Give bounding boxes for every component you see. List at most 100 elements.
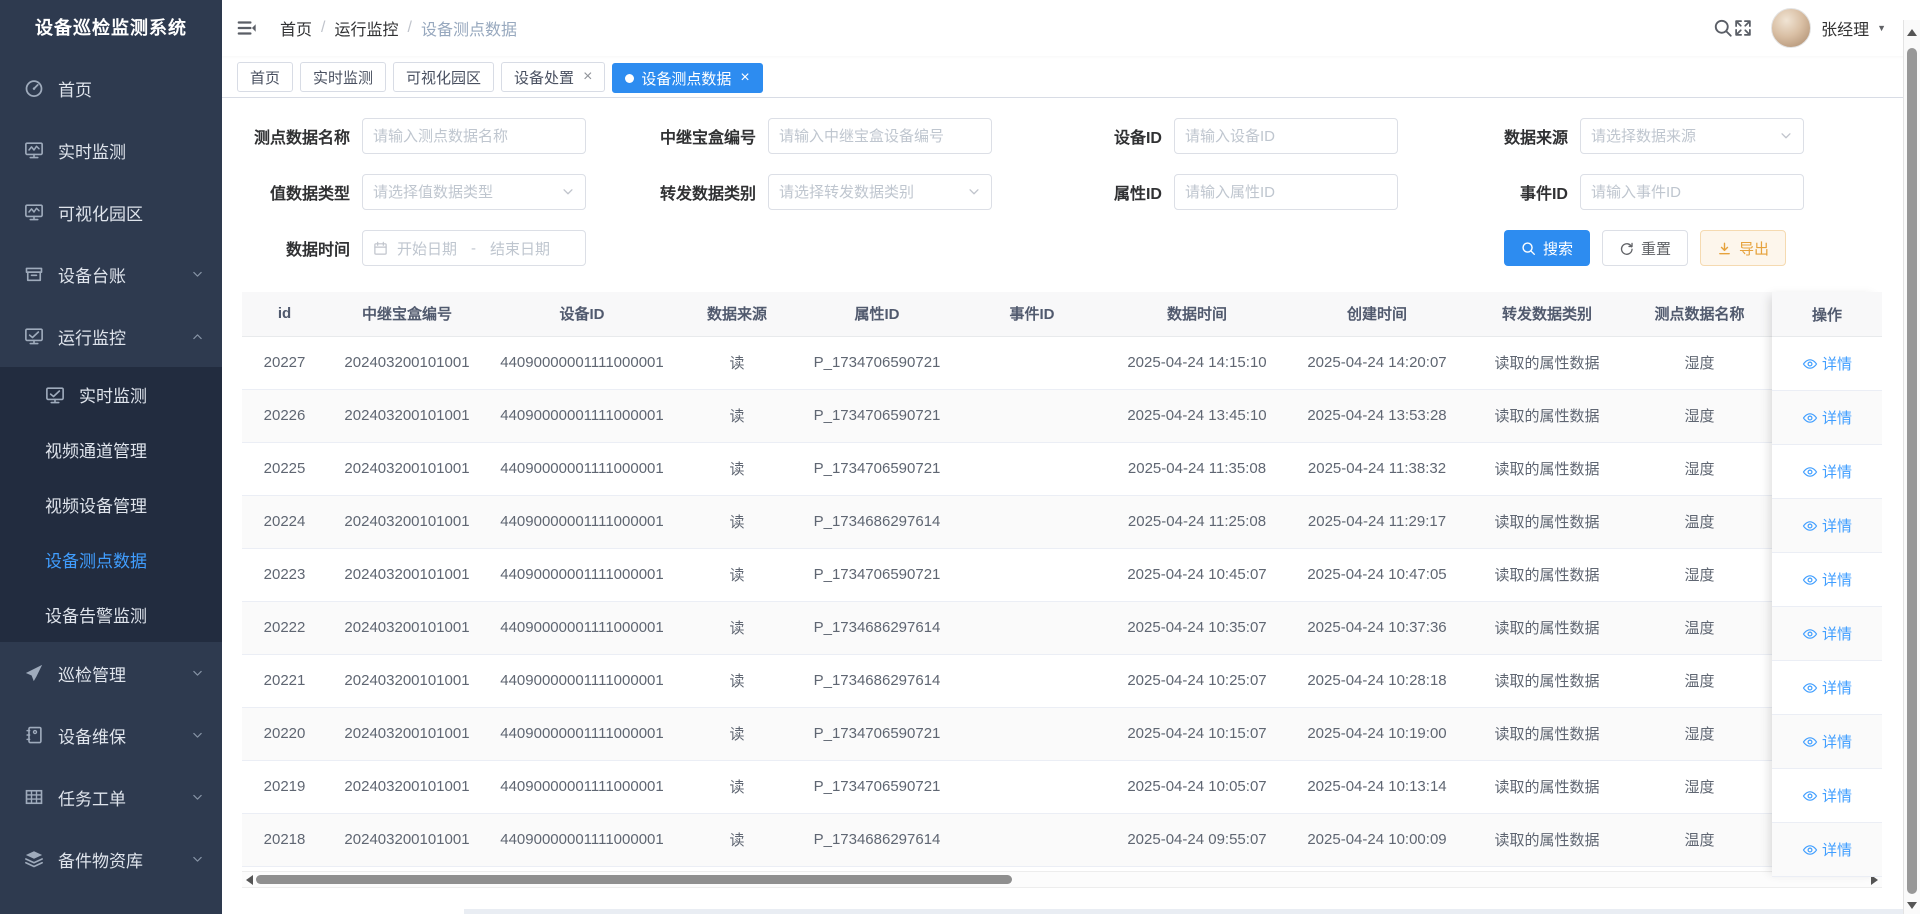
cell-point-name: 湿度 [1627, 389, 1772, 442]
tab-label: 实时监测 [313, 67, 373, 88]
cell-data-time: 2025-04-24 10:35:07 [1107, 601, 1287, 654]
scroll-left-arrow-icon[interactable] [246, 875, 253, 885]
filter-forward-type[interactable] [768, 174, 992, 210]
detail-link[interactable]: 详情 [1802, 839, 1852, 860]
detail-link[interactable]: 详情 [1802, 461, 1852, 482]
avatar[interactable] [1771, 8, 1811, 48]
col-header-data-source: 数据来源 [677, 292, 797, 336]
filter-value-type-input[interactable] [373, 184, 561, 201]
app-title: 设备巡检监测系统 [0, 0, 222, 57]
detail-link[interactable]: 详情 [1802, 731, 1852, 752]
filter-attr-id[interactable] [1174, 174, 1398, 210]
filter-event-id[interactable] [1580, 174, 1804, 210]
detail-link[interactable]: 详情 [1802, 623, 1852, 644]
sidebar-item-device-maintenance[interactable]: 设备维保 [0, 704, 222, 766]
breadcrumb-separator: / [407, 19, 411, 37]
scroll-up-arrow-icon[interactable] [1907, 29, 1917, 36]
filter-relay-box-no-input[interactable] [779, 128, 981, 145]
user-name[interactable]: 张经理 [1821, 16, 1869, 40]
device-point-table: id中继宝盒编号设备ID数据来源属性ID事件ID数据时间创建时间转发数据类别测点… [242, 292, 1882, 867]
cell-data-time: 2025-04-24 09:55:07 [1107, 813, 1287, 866]
cell-device-id: 44090000001111000001 [487, 654, 677, 707]
tab-device-disposal[interactable]: 设备处置× [501, 62, 605, 92]
caret-down-icon[interactable]: ▼ [1877, 23, 1886, 33]
tab-visual-park[interactable]: 可视化园区 [393, 62, 494, 92]
sidebar-subitem-video-device[interactable]: 视频设备管理 [0, 477, 222, 532]
search-button[interactable]: 搜索 [1504, 230, 1590, 266]
cell-forward-type: 读取的属性数据 [1467, 601, 1627, 654]
filter-device-id[interactable] [1174, 118, 1398, 154]
filter-buttons: 搜索重置导出 [652, 230, 1870, 266]
filter-device-id-input[interactable] [1185, 128, 1387, 145]
cell-forward-type: 读取的属性数据 [1467, 760, 1627, 813]
detail-link[interactable]: 详情 [1802, 353, 1852, 374]
tab-close-icon[interactable]: × [740, 70, 749, 86]
tab-close-icon[interactable]: × [583, 69, 592, 85]
sidebar-item-operation-monitor[interactable]: 运行监控 [0, 305, 222, 367]
filter-relay-box-no[interactable] [768, 118, 992, 154]
detail-link[interactable]: 详情 [1802, 569, 1852, 590]
filter-data-source[interactable] [1580, 118, 1804, 154]
cell-data-source: 读 [677, 389, 797, 442]
start-date-placeholder[interactable]: 开始日期 [397, 238, 457, 259]
filter-data-time[interactable]: 开始日期-结束日期 [362, 230, 586, 266]
filter-forward-type-input[interactable] [779, 184, 967, 201]
end-date-placeholder[interactable]: 结束日期 [490, 238, 550, 259]
vertical-scrollbar-thumb[interactable] [1907, 48, 1917, 894]
sidebar-item-device-ledger[interactable]: 设备台账 [0, 243, 222, 305]
cell-data-time: 2025-04-24 10:25:07 [1107, 654, 1287, 707]
cell-event-id [957, 760, 1107, 813]
cell-device-id: 44090000001111000001 [487, 336, 677, 389]
chevron-down-icon [191, 729, 204, 742]
sidebar-subitem-video-channel[interactable]: 视频通道管理 [0, 422, 222, 477]
tab-home[interactable]: 首页 [237, 62, 293, 92]
export-button[interactable]: 导出 [1700, 230, 1786, 266]
action-cell: 详情 [1772, 445, 1882, 499]
hamburger-icon[interactable] [236, 17, 258, 39]
sidebar-subitem-sub-realtime-monitor[interactable]: 实时监测 [0, 367, 222, 422]
sidebar-item-spare-parts[interactable]: 备件物资库 [0, 828, 222, 890]
eye-icon [1802, 788, 1818, 804]
monitor-check-icon [45, 385, 65, 405]
sidebar-item-inspection-management[interactable]: 巡检管理 [0, 642, 222, 704]
cell-data-source: 读 [677, 601, 797, 654]
vertical-scrollbar[interactable] [1903, 20, 1920, 914]
sidebar-item-home[interactable]: 首页 [0, 57, 222, 119]
search-icon[interactable] [1713, 18, 1733, 38]
sidebar-subitem-device-point-data[interactable]: 设备测点数据 [0, 532, 222, 587]
sidebar-subitem-device-alarm[interactable]: 设备告警监测 [0, 587, 222, 642]
horizontal-scrollbar-thumb[interactable] [256, 875, 1012, 884]
tab-device-point-data[interactable]: 设备测点数据× [612, 63, 762, 93]
horizontal-scrollbar[interactable] [242, 871, 1882, 888]
action-cell: 详情 [1772, 553, 1882, 607]
sidebar-item-task-orders[interactable]: 任务工单 [0, 766, 222, 828]
chevron-down-icon [1779, 129, 1793, 143]
filter-event-id-input[interactable] [1591, 184, 1793, 201]
sidebar-item-realtime-monitor[interactable]: 实时监测 [0, 119, 222, 181]
filter-data-source-input[interactable] [1591, 128, 1779, 145]
action-cell: 详情 [1772, 823, 1882, 877]
cell-attr-id: P_1734706590721 [797, 442, 957, 495]
filter-value-type[interactable] [362, 174, 586, 210]
filter-attr-id-input[interactable] [1185, 184, 1387, 201]
calendar-icon [373, 241, 388, 256]
cell-point-name: 湿度 [1627, 336, 1772, 389]
col-header-event-id: 事件ID [957, 292, 1107, 336]
breadcrumb-item[interactable]: 运行监控 [334, 16, 398, 40]
reset-button[interactable]: 重置 [1602, 230, 1688, 266]
tab-realtime-monitor[interactable]: 实时监测 [300, 62, 386, 92]
scroll-down-arrow-icon[interactable] [1907, 902, 1917, 909]
fullscreen-icon[interactable] [1733, 18, 1753, 38]
sidebar-item-visual-park[interactable]: 可视化园区 [0, 181, 222, 243]
chevron-down-icon [191, 667, 204, 680]
cell-forward-type: 读取的属性数据 [1467, 707, 1627, 760]
cell-device-id: 44090000001111000001 [487, 389, 677, 442]
detail-link[interactable]: 详情 [1802, 407, 1852, 428]
breadcrumb-item[interactable]: 首页 [280, 16, 312, 40]
filter-point-name-input[interactable] [373, 128, 575, 145]
detail-link[interactable]: 详情 [1802, 515, 1852, 536]
filter-point-name[interactable] [362, 118, 586, 154]
detail-link[interactable]: 详情 [1802, 677, 1852, 698]
detail-link[interactable]: 详情 [1802, 785, 1852, 806]
col-header-action: 操作 [1772, 292, 1882, 337]
